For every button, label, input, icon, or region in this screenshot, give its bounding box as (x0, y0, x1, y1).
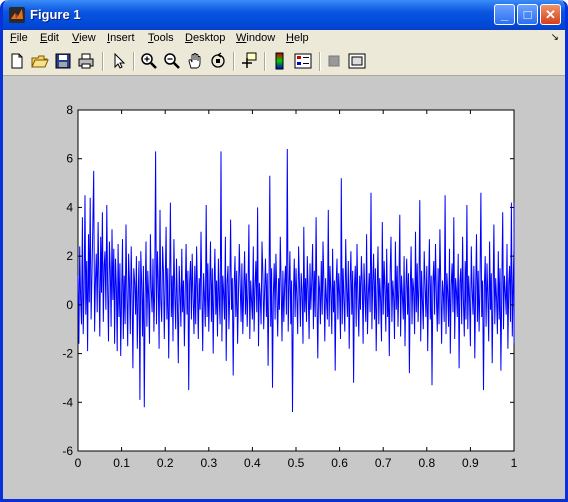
rotate-3d-icon[interactable] (208, 51, 228, 71)
x-tick-label: 0.1 (113, 456, 130, 470)
y-tick-label: 2 (66, 249, 73, 263)
zoom-in-icon[interactable] (139, 51, 159, 71)
minimize-button[interactable]: _ (494, 4, 515, 25)
x-tick-label: 1 (511, 456, 518, 470)
legend-icon[interactable] (293, 51, 313, 71)
menu-file-rest: ile (16, 32, 28, 44)
pointer-icon[interactable] (109, 51, 129, 71)
menu-desktop[interactable]: Desktop (185, 32, 225, 44)
print-icon[interactable] (76, 51, 96, 71)
x-tick-label: 0.6 (331, 456, 348, 470)
x-tick-label: 0.7 (375, 456, 392, 470)
save-icon[interactable] (53, 51, 73, 71)
menu-window[interactable]: Window (236, 32, 275, 44)
y-tick-label: 6 (66, 152, 73, 166)
y-tick-label: -2 (62, 347, 73, 361)
toolbar-separator (102, 52, 104, 71)
toolbar-separator (233, 52, 235, 71)
toolbar-separator (133, 52, 135, 71)
window-title: Figure 1 (30, 7, 81, 22)
figure-window: Figure 1 _ □ ✕ File Edit View Insert Too… (0, 0, 568, 502)
menu-tools[interactable]: Tools (148, 32, 174, 44)
x-tick-label: 0.2 (157, 456, 174, 470)
y-tick-label: -6 (62, 444, 73, 458)
x-tick-label: 0.8 (418, 456, 435, 470)
x-tick-label: 0 (75, 456, 82, 470)
y-tick-label: 0 (66, 298, 73, 312)
y-tick-label: -4 (62, 395, 73, 409)
menu-view[interactable]: View (72, 32, 96, 44)
x-tick-label: 0.9 (462, 456, 479, 470)
minimize-icon: _ (500, 7, 509, 22)
data-cursor-icon[interactable] (239, 51, 259, 71)
show-plot-tools-icon[interactable] (347, 51, 367, 71)
hide-plot-tools-icon[interactable] (324, 51, 344, 71)
menu-bar: File Edit View Insert Tools Desktop Wind… (3, 30, 565, 48)
menu-help[interactable]: Help (286, 32, 309, 44)
toolbar-separator (264, 52, 266, 71)
figure-canvas: 0 0.1 0.2 0.3 0.4 0.5 0.6 0.7 0.8 0.9 1 -6 -4 -2 0 2 4 6… (3, 76, 565, 499)
colorbar-icon[interactable] (270, 51, 290, 71)
x-tick-label: 0.3 (200, 456, 217, 470)
menu-edit[interactable]: Edit (40, 32, 59, 44)
x-tick-label: 0.4 (244, 456, 261, 470)
maximize-button[interactable]: □ (517, 4, 538, 25)
y-tick-label: 4 (66, 200, 73, 214)
open-file-icon[interactable] (30, 51, 50, 71)
toolbar (3, 48, 565, 76)
close-icon: ✕ (545, 7, 556, 22)
x-tick-label: 0.5 (288, 456, 305, 470)
menu-insert[interactable]: Insert (107, 32, 135, 44)
y-tick-label: 8 (66, 103, 73, 117)
dock-arrow-icon[interactable]: ↘ (551, 32, 559, 43)
toolbar-separator (319, 52, 321, 71)
menu-file[interactable]: File (10, 32, 28, 44)
close-button[interactable]: ✕ (540, 4, 561, 25)
line-plot[interactable]: 0 0.1 0.2 0.3 0.4 0.5 0.6 0.7 0.8 0.9 1 -6 -4 -2 0 2 4 6… (3, 76, 565, 499)
zoom-out-icon[interactable] (162, 51, 182, 71)
title-bar[interactable]: Figure 1 _ □ ✕ (3, 0, 565, 30)
new-figure-icon[interactable] (7, 51, 27, 71)
pan-hand-icon[interactable] (185, 51, 205, 71)
maximize-icon: □ (523, 7, 532, 22)
matlab-logo-icon (9, 7, 25, 23)
